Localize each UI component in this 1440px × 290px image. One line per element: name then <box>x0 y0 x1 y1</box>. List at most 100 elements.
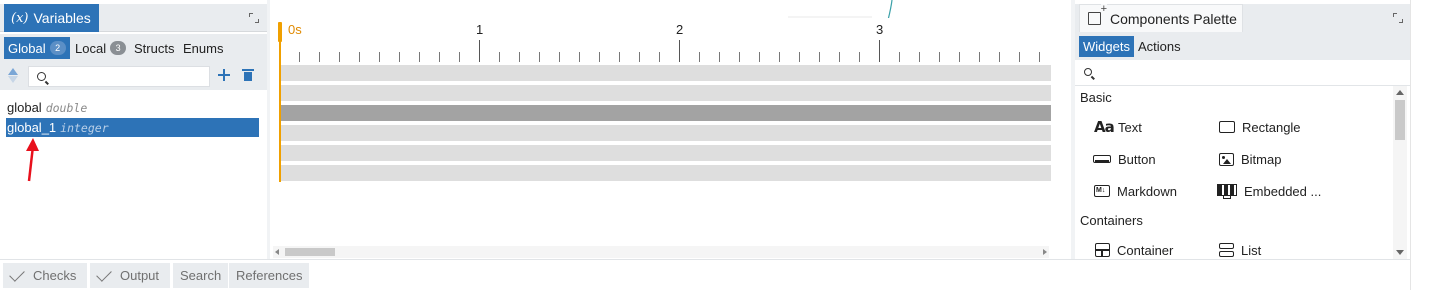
tab-references[interactable]: References <box>229 263 310 288</box>
check-icon <box>9 265 25 282</box>
component-label: Markdown <box>1117 183 1177 199</box>
minor-tick <box>899 52 900 62</box>
minor-tick <box>379 52 380 62</box>
variables-search-input[interactable] <box>53 69 203 84</box>
timeline-track[interactable] <box>280 105 1051 121</box>
timeline-horizontal-scrollbar[interactable] <box>273 246 1049 258</box>
component-markdown[interactable]: Markdown <box>1094 182 1177 200</box>
tab-checks-label: Checks <box>33 268 77 283</box>
variables-toolbar <box>0 62 267 90</box>
timeline-track[interactable] <box>280 65 1051 81</box>
component-embedded[interactable]: Embedded ... <box>1217 182 1321 200</box>
minor-tick <box>1019 52 1020 62</box>
playhead-handle[interactable] <box>278 22 282 42</box>
minor-tick <box>299 52 300 62</box>
palette-title-tab[interactable]: Components Palette <box>1079 4 1243 32</box>
tab-global-count: 2 <box>49 41 66 55</box>
components-palette: Components Palette Widgets Actions Basic… <box>1075 0 1410 259</box>
timeline-track[interactable] <box>280 125 1051 141</box>
major-tick <box>479 40 480 62</box>
timeline-panel: 0s 1 2 3 <box>270 0 1071 259</box>
list-icon <box>1219 243 1234 257</box>
palette-search-input[interactable] <box>1099 65 1399 81</box>
timeline-track[interactable] <box>280 165 1051 181</box>
variables-title: Variables <box>33 10 91 26</box>
ruler-label-0: 0s <box>288 22 302 37</box>
tab-search[interactable]: Search <box>173 263 229 288</box>
minor-tick <box>799 52 800 62</box>
variable-icon: (x) <box>11 10 29 26</box>
rectangle-icon <box>1219 121 1235 133</box>
maximize-icon[interactable] <box>249 13 259 23</box>
bottom-panel-tabs: Checks Output Search References <box>0 259 1410 290</box>
annotation-arrow-icon <box>26 138 39 182</box>
variable-item-global[interactable]: global double <box>6 98 259 117</box>
component-label: Text <box>1118 119 1142 135</box>
button-icon <box>1093 155 1111 163</box>
minor-tick <box>319 52 320 62</box>
ruler-label-2: 2 <box>676 22 684 37</box>
tab-structs[interactable]: Structs <box>130 37 178 59</box>
minor-tick <box>779 52 780 62</box>
tab-global[interactable]: Global 2 <box>4 37 70 59</box>
scroll-down-icon[interactable] <box>1396 250 1404 255</box>
scroll-left-icon[interactable] <box>275 249 279 255</box>
timeline-track[interactable] <box>280 145 1051 161</box>
scroll-right-icon[interactable] <box>1043 249 1047 255</box>
minor-tick <box>339 52 340 62</box>
timeline-track[interactable] <box>280 85 1051 101</box>
scroll-up-icon[interactable] <box>1396 90 1404 95</box>
component-button[interactable]: Button <box>1093 150 1156 168</box>
component-container[interactable]: Container <box>1095 241 1173 259</box>
component-rectangle[interactable]: Rectangle <box>1219 118 1301 136</box>
component-bitmap[interactable]: Bitmap <box>1219 150 1281 168</box>
delete-variable-icon[interactable] <box>242 69 254 81</box>
variables-title-tab[interactable]: (x) Variables <box>4 4 99 32</box>
major-tick <box>879 40 880 62</box>
minor-tick <box>719 52 720 62</box>
timeline-ruler[interactable]: 0s 1 2 3 <box>278 18 1049 64</box>
sort-icon[interactable] <box>8 68 18 84</box>
markdown-icon <box>1094 185 1110 197</box>
minor-tick <box>859 52 860 62</box>
scrollbar-thumb[interactable] <box>1395 100 1405 140</box>
tab-output[interactable]: Output <box>90 263 170 288</box>
palette-tabs: Widgets Actions <box>1075 32 1410 60</box>
component-text[interactable]: Text <box>1094 118 1142 136</box>
variable-type: integer <box>60 120 109 135</box>
add-variable-icon[interactable] <box>218 69 230 81</box>
playhead[interactable] <box>279 22 281 182</box>
minor-tick <box>1039 52 1040 62</box>
variable-name: global_1 <box>7 120 57 135</box>
tab-widgets[interactable]: Widgets <box>1079 36 1134 57</box>
tab-enums[interactable]: Enums <box>179 37 227 59</box>
variable-item-global-1[interactable]: global_1 integer <box>6 118 259 137</box>
ruler-label-3: 3 <box>876 22 884 37</box>
minor-tick <box>739 52 740 62</box>
tab-checks[interactable]: Checks <box>3 263 87 288</box>
minor-tick <box>439 52 440 62</box>
palette-vertical-scrollbar[interactable] <box>1393 86 1407 259</box>
tab-local[interactable]: Local 3 <box>71 37 130 59</box>
ruler-label-1: 1 <box>476 22 484 37</box>
embedded-icon <box>1217 183 1237 199</box>
section-basic: Basic <box>1080 90 1112 105</box>
component-list[interactable]: List <box>1219 241 1261 259</box>
component-label: Button <box>1118 151 1156 167</box>
tab-output-label: Output <box>120 268 160 283</box>
tab-global-label: Global <box>8 40 46 56</box>
minor-tick <box>399 52 400 62</box>
maximize-icon[interactable] <box>1393 13 1403 23</box>
minor-tick <box>559 52 560 62</box>
minor-tick <box>619 52 620 62</box>
scrollbar-thumb[interactable] <box>285 248 335 256</box>
palette-search-box[interactable] <box>1075 60 1410 86</box>
tab-actions[interactable]: Actions <box>1134 36 1185 57</box>
variables-search-box[interactable] <box>28 66 210 87</box>
minor-tick <box>999 52 1000 62</box>
text-icon <box>1094 118 1114 136</box>
minor-tick <box>819 52 820 62</box>
component-label: Bitmap <box>1241 151 1282 167</box>
minor-tick <box>519 52 520 62</box>
minor-tick <box>699 52 700 62</box>
